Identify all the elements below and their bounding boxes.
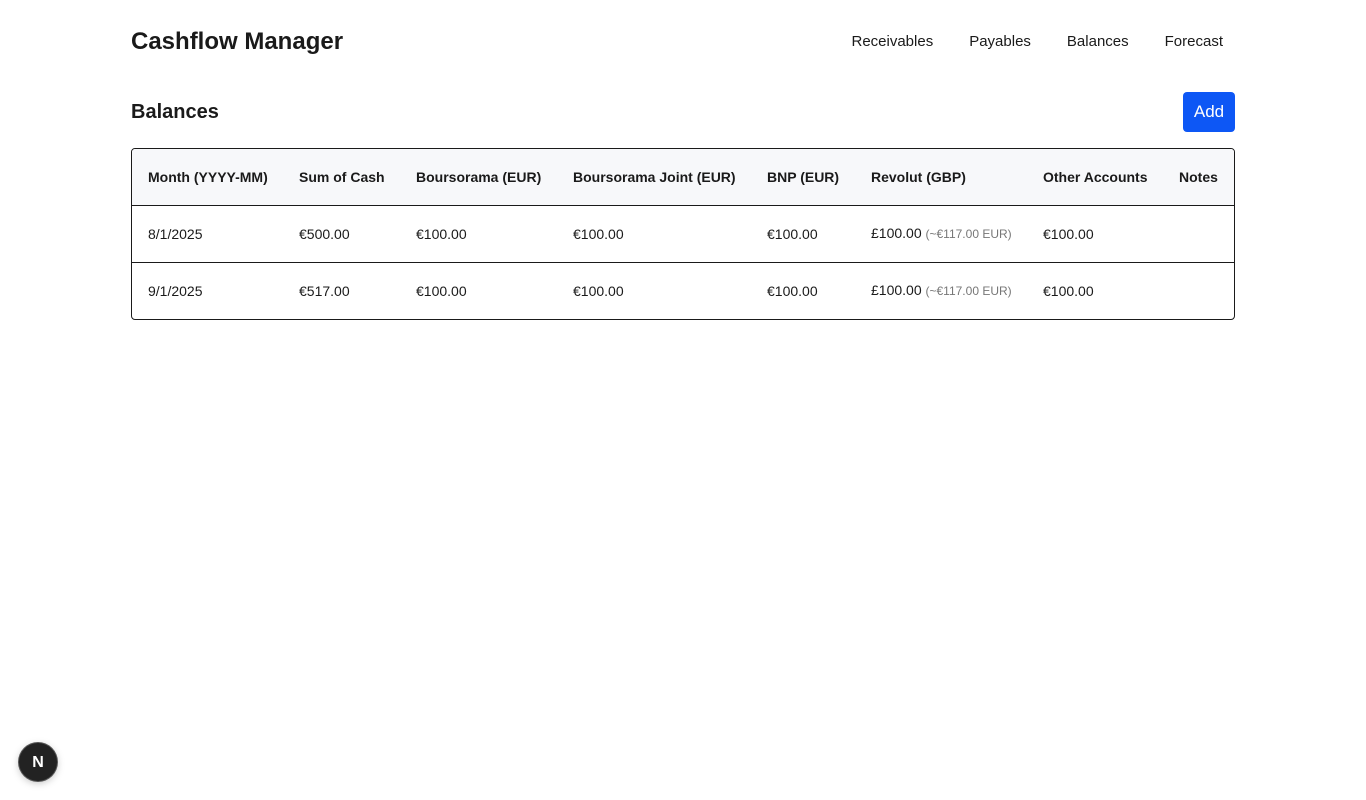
nav-link-payables[interactable]: Payables	[945, 31, 1043, 53]
revolut-gbp-value: £100.00	[871, 225, 922, 241]
cell-sum-of-cash: €500.00	[299, 225, 350, 242]
nextjs-logo-icon: N	[32, 754, 44, 771]
nextjs-dev-badge[interactable]: N	[19, 743, 57, 781]
revolut-gbp-value: £100.00	[871, 282, 922, 299]
nav-link-receivables[interactable]: Receivables	[851, 31, 945, 53]
cell-sum-of-cash: €517.00	[283, 261, 400, 319]
nav-link-forecast[interactable]: Forecast	[1141, 31, 1235, 53]
cell-notes	[1163, 261, 1234, 319]
header-sum-of-cash: Sum of Cash	[283, 149, 400, 206]
table-header-row: Month (YYYY-MM) Sum of Cash Boursorama (…	[132, 149, 1234, 206]
page-title: Balances	[131, 101, 219, 123]
cell-month: 8/1/2025	[148, 225, 203, 242]
nav-link-balances[interactable]: Balances	[1043, 31, 1141, 53]
table-row[interactable]: 9/1/2025 €517.00 €100.00 €100.00 €100.00…	[132, 261, 1234, 319]
header-bnp: BNP (EUR)	[751, 149, 855, 206]
cell-boursorama-joint: €100.00	[557, 261, 751, 319]
revolut-eur-approx: (~€117.00 EUR)	[925, 284, 1012, 299]
cell-revolut: £100.00 (~€117.00 EUR)	[855, 205, 1027, 262]
cell-revolut: £100.00 (~€117.00 EUR)	[855, 261, 1027, 319]
balances-table: Month (YYYY-MM) Sum of Cash Boursorama (…	[131, 148, 1235, 320]
app-title: Cashflow Manager	[131, 28, 344, 55]
add-button[interactable]: Add	[1183, 92, 1235, 132]
header-other-accounts: Other Accounts	[1027, 149, 1163, 206]
cell-boursorama-joint: €100.00	[573, 225, 624, 242]
header-notes: Notes	[1163, 149, 1234, 206]
cell-other-accounts: €100.00	[1043, 225, 1094, 242]
app-header: Cashflow Manager Receivables Payables Ba…	[131, 0, 1235, 84]
header-month: Month (YYYY-MM)	[132, 149, 283, 206]
revolut-eur-approx: (~€117.00 EUR)	[925, 227, 1012, 241]
cell-notes	[1163, 205, 1234, 262]
header-revolut: Revolut (GBP)	[855, 149, 1027, 206]
cell-bnp: €100.00	[767, 225, 818, 242]
svg-text:N: N	[32, 754, 44, 771]
header-boursorama: Boursorama (EUR)	[400, 149, 557, 206]
header-boursorama-joint: Boursorama Joint (EUR)	[557, 149, 751, 206]
cell-other-accounts: €100.00	[1027, 261, 1163, 319]
cell-bnp: €100.00	[751, 261, 855, 319]
cell-month: 9/1/2025	[132, 261, 283, 319]
main-nav: Receivables Payables Balances Forecast	[851, 31, 1235, 53]
cell-boursorama: €100.00	[400, 261, 557, 319]
cell-boursorama: €100.00	[416, 225, 467, 242]
table-row[interactable]: 8/1/2025 €500.00 €100.00 €100.00 €100.00…	[132, 205, 1234, 262]
